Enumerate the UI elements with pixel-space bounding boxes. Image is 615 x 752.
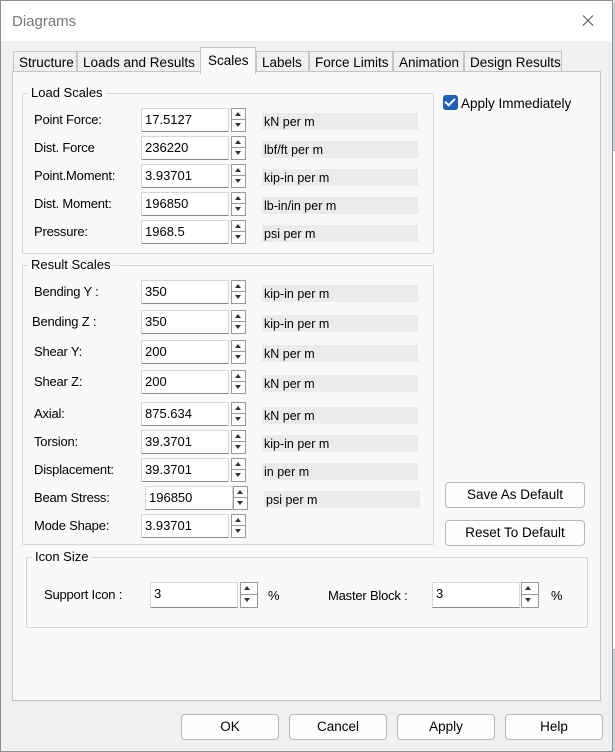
axial-label: Axial: [34, 406, 65, 421]
bending-z-label: Bending Z : [32, 314, 97, 329]
pressure-spinner[interactable] [231, 220, 246, 244]
shear-z-unit: kN per m [262, 375, 418, 392]
master-block-spinner[interactable] [521, 582, 539, 608]
point-moment-input[interactable]: 3.93701 [141, 164, 229, 188]
apply-immediately-checkbox[interactable] [443, 95, 458, 110]
dist-moment-spinner[interactable] [231, 192, 246, 216]
torsion-input[interactable]: 39.3701 [141, 430, 229, 454]
support-icon-label: Support Icon : [44, 587, 123, 602]
displacement-unit: in per m [262, 463, 418, 480]
master-block-percent: % [551, 588, 563, 603]
ok-button[interactable]: OK [181, 714, 279, 740]
reset-to-default-button[interactable]: Reset To Default [445, 520, 585, 546]
shear-y-unit: kN per m [262, 345, 418, 362]
bending-z-input[interactable]: 350 [141, 310, 229, 334]
bending-y-input[interactable]: 350 [141, 280, 229, 304]
tab-animation[interactable]: Animation [393, 51, 464, 73]
title-bar: Diagrams [1, 1, 612, 41]
result-scales-title: Result Scales [28, 257, 114, 272]
tab-labels[interactable]: Labels [256, 51, 309, 73]
torsion-unit: kip-in per m [262, 435, 418, 452]
tab-loads-and-results[interactable]: Loads and Results [77, 51, 201, 73]
save-as-default-button[interactable]: Save As Default [445, 482, 585, 508]
pressure-unit: psi per m [262, 225, 418, 242]
dist-moment-label: Dist. Moment: [34, 196, 112, 211]
shear-z-spinner[interactable] [231, 370, 246, 394]
mode-shape-spinner[interactable] [231, 514, 246, 538]
shear-z-label: Shear Z: [34, 374, 83, 389]
beam-stress-spinner[interactable] [233, 486, 248, 510]
displacement-label: Displacement: [34, 462, 114, 477]
tab-structure[interactable]: Structure [13, 51, 77, 73]
shear-y-label: Shear Y: [34, 344, 83, 359]
master-block-label: Master Block : [328, 588, 408, 603]
support-icon-percent: % [268, 588, 280, 603]
beam-stress-input[interactable]: 196850 [145, 486, 233, 510]
displacement-input[interactable]: 39.3701 [141, 458, 229, 482]
point-force-spinner[interactable] [231, 108, 246, 132]
point-moment-spinner[interactable] [231, 164, 246, 188]
bending-y-unit: kip-in per m [262, 285, 418, 302]
dist-moment-unit: lb-in/in per m [262, 197, 418, 214]
load-scales-title: Load Scales [28, 85, 106, 100]
beam-stress-unit: psi per m [264, 491, 420, 508]
support-icon-input[interactable]: 3 [150, 582, 238, 608]
beam-stress-label: Beam Stress: [34, 490, 110, 505]
point-moment-label: Point.Moment: [34, 168, 116, 183]
displacement-spinner[interactable] [231, 458, 246, 482]
dist-force-unit: lbf/ft per m [262, 141, 418, 158]
dist-force-label: Dist. Force [34, 140, 95, 155]
tab-scales[interactable]: Scales [200, 47, 256, 74]
shear-y-input[interactable]: 200 [141, 340, 229, 364]
torsion-spinner[interactable] [231, 430, 246, 454]
dist-force-input[interactable]: 236220 [141, 136, 229, 160]
point-force-input[interactable]: 17.5127 [141, 108, 229, 132]
dist-moment-input[interactable]: 196850 [141, 192, 229, 216]
torsion-label: Torsion: [34, 434, 78, 449]
help-button[interactable]: Help [505, 714, 603, 740]
point-force-unit: kN per m [262, 113, 418, 130]
mode-shape-input[interactable]: 3.93701 [141, 514, 229, 538]
point-force-label: Point Force: [34, 112, 102, 127]
pressure-input[interactable]: 1968.5 [141, 220, 229, 244]
bending-y-label: Bending Y : [34, 284, 99, 299]
dist-force-spinner[interactable] [231, 136, 246, 160]
axial-unit: kN per m [262, 407, 418, 424]
icon-size-title: Icon Size [32, 549, 92, 564]
axial-spinner[interactable] [231, 402, 246, 426]
apply-button[interactable]: Apply [397, 714, 495, 740]
shear-z-input[interactable]: 200 [141, 370, 229, 394]
shear-y-spinner[interactable] [231, 340, 246, 364]
master-block-input[interactable]: 3 [432, 582, 520, 608]
close-icon[interactable] [568, 6, 608, 36]
mode-shape-label: Mode Shape: [34, 518, 110, 533]
cancel-button[interactable]: Cancel [289, 714, 387, 740]
apply-immediately-label: Apply Immediately [461, 96, 572, 111]
tab-design-results[interactable]: Design Results [464, 51, 562, 73]
bending-z-unit: kip-in per m [262, 315, 418, 332]
bending-z-spinner[interactable] [231, 310, 246, 334]
pressure-label: Pressure: [34, 224, 88, 239]
point-moment-unit: kip-in per m [262, 169, 418, 186]
window-title: Diagrams [12, 13, 77, 30]
support-icon-spinner[interactable] [240, 582, 258, 608]
tab-force-limits[interactable]: Force Limits [309, 51, 393, 73]
bending-y-spinner[interactable] [231, 280, 246, 304]
axial-input[interactable]: 875.634 [141, 402, 229, 426]
